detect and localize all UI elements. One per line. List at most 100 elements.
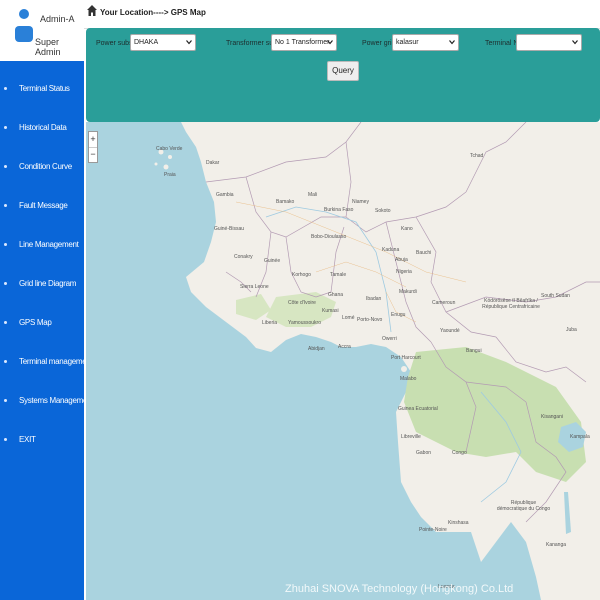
map-label: Ködörösêse tî Bêafrîka / République Cent… bbox=[482, 298, 540, 310]
map-label: Bobo-Dioulasso bbox=[311, 234, 347, 240]
nav-item-label: Terminal management bbox=[19, 357, 93, 366]
bullet-icon bbox=[4, 399, 7, 402]
zoom-in-button[interactable]: + bbox=[89, 132, 97, 148]
bullet-icon bbox=[4, 204, 7, 207]
map-label: Kinshasa bbox=[448, 520, 469, 526]
map-label: Guinée bbox=[264, 258, 281, 264]
nav-item-grid-line-diagram[interactable]: Grid line Diagram bbox=[0, 266, 84, 304]
map-label: Dakar bbox=[206, 160, 220, 166]
nav-item-label: Systems Management bbox=[19, 396, 94, 405]
map-label: South Sudan bbox=[541, 293, 570, 299]
user-name: Admin-A bbox=[40, 14, 75, 24]
nav-item-label: EXIT bbox=[19, 435, 36, 444]
gps-map[interactable]: Cabo Verde Praia Dakar Gambia Guiné-Biss… bbox=[86, 122, 600, 600]
map-zoom-control: + − bbox=[88, 131, 98, 163]
bullet-icon bbox=[4, 282, 7, 285]
map-label: Gambia bbox=[216, 192, 234, 198]
map-label: Guinea Ecuatorial bbox=[398, 406, 438, 412]
map-label: Port Harcourt bbox=[391, 355, 421, 361]
breadcrumb: Your Location----> GPS Map bbox=[84, 0, 600, 29]
nav-item-historical-data[interactable]: Historical Data bbox=[0, 110, 84, 148]
nav-item-fault-message[interactable]: Fault Message bbox=[0, 188, 84, 226]
map-label: Kananga bbox=[546, 542, 567, 548]
chevron-down-icon bbox=[449, 40, 455, 45]
map-label: Tamale bbox=[330, 272, 347, 278]
map-label: Malabo bbox=[400, 376, 417, 382]
nav-item-systems-management[interactable]: Systems Management bbox=[0, 383, 94, 421]
map-label: Guiné-Bissau bbox=[214, 226, 245, 232]
bullet-icon bbox=[4, 360, 7, 363]
power-grid-line-select[interactable]: kalasur bbox=[392, 34, 459, 51]
nav-item-label: Historical Data bbox=[19, 123, 67, 132]
nav-item-label: GPS Map bbox=[19, 318, 52, 327]
user-avatar-icon bbox=[15, 9, 33, 51]
map-label: Korhogo bbox=[292, 272, 311, 278]
bullet-icon bbox=[4, 438, 7, 441]
nav-item-gps-map[interactable]: GPS Map bbox=[0, 305, 84, 343]
chevron-down-icon bbox=[572, 40, 578, 45]
bioko-island bbox=[401, 366, 407, 372]
map-label: Bangui bbox=[466, 348, 482, 354]
map-label: République démocratique du Congo bbox=[496, 500, 551, 512]
sidebar-nav: Terminal Status Historical Data Conditio… bbox=[0, 61, 94, 600]
map-label: Sierra Leone bbox=[240, 284, 269, 290]
map-label: Yamoussoukro bbox=[288, 320, 321, 326]
map-label: Kampala bbox=[570, 434, 590, 440]
map-label: Bauchi bbox=[416, 250, 432, 256]
nav-item-exit[interactable]: EXIT bbox=[0, 422, 84, 460]
map-label: Lomé bbox=[342, 315, 355, 321]
bullet-icon bbox=[4, 126, 7, 129]
nav-item-line-management[interactable]: Line Management bbox=[0, 227, 84, 265]
map-label: Nigeria bbox=[396, 269, 412, 275]
map-label: Abidjan bbox=[308, 346, 325, 352]
map-label: Congo bbox=[452, 450, 467, 456]
watermark: Zhuhai SNOVA Technology (Hongkong) Co.Lt… bbox=[285, 583, 514, 595]
sidebar: Admin-A Super Admin Terminal Status Hist… bbox=[0, 0, 94, 600]
power-substation-select[interactable]: DHAKA bbox=[130, 34, 196, 51]
map-label: Ibadan bbox=[366, 296, 382, 302]
nav-item-label: Grid line Diagram bbox=[19, 279, 77, 288]
map-label: Enugu bbox=[391, 312, 406, 318]
nav-item-terminal-management[interactable]: Terminal management bbox=[0, 344, 93, 382]
map-label: Gabon bbox=[416, 450, 432, 456]
map-label: Tchad bbox=[470, 153, 484, 159]
zoom-out-button[interactable]: − bbox=[89, 147, 97, 162]
nav-item-terminal-status[interactable]: Terminal Status bbox=[0, 71, 84, 109]
query-button[interactable]: Query bbox=[327, 61, 359, 81]
nav-item-label: Line Management bbox=[19, 240, 79, 249]
nav-item-label: Fault Message bbox=[19, 201, 68, 210]
breadcrumb-text: Your Location----> GPS Map bbox=[100, 8, 206, 17]
map-label: Liberia bbox=[262, 320, 278, 326]
map-label: Kano bbox=[401, 226, 413, 232]
map-label: Sokoto bbox=[375, 208, 391, 214]
map-label: Abuja bbox=[395, 257, 408, 263]
bullet-icon bbox=[4, 321, 7, 324]
transformer-substation-select[interactable]: No 1 Transformer bbox=[271, 34, 337, 51]
map-label: Juba bbox=[566, 327, 577, 333]
filter-panel: Power substation DHAKA Transformer subst… bbox=[86, 28, 600, 122]
bullet-icon bbox=[4, 165, 7, 168]
map-label: Porto-Novo bbox=[357, 317, 383, 323]
map-label: Bamako bbox=[276, 199, 295, 205]
map-label: Kisangani bbox=[541, 414, 563, 420]
map-tiles bbox=[154, 122, 600, 600]
bullet-icon bbox=[4, 87, 7, 90]
map-label: Cabo Verde bbox=[156, 146, 183, 152]
map-label: Kumasi bbox=[322, 308, 339, 314]
map-label: Burkina Faso bbox=[324, 207, 354, 213]
chevron-down-icon bbox=[327, 40, 333, 45]
home-icon[interactable] bbox=[87, 5, 97, 16]
nav-item-label: Condition Curve bbox=[19, 162, 72, 171]
map-label: Makurdi bbox=[399, 289, 417, 295]
map-label: Libreville bbox=[401, 434, 421, 440]
user-role: Super Admin bbox=[35, 37, 61, 57]
terminal-name-select[interactable] bbox=[516, 34, 582, 51]
map-label: Accra bbox=[338, 344, 351, 350]
map-label: Praia bbox=[164, 172, 176, 178]
map-label: Pointe-Noire bbox=[419, 527, 447, 533]
nav-item-condition-curve[interactable]: Condition Curve bbox=[0, 149, 84, 187]
map-label: Conakry bbox=[234, 254, 253, 260]
cabo-verde-islands bbox=[154, 149, 172, 170]
bullet-icon bbox=[4, 243, 7, 246]
map-label: Yaoundé bbox=[440, 328, 460, 334]
